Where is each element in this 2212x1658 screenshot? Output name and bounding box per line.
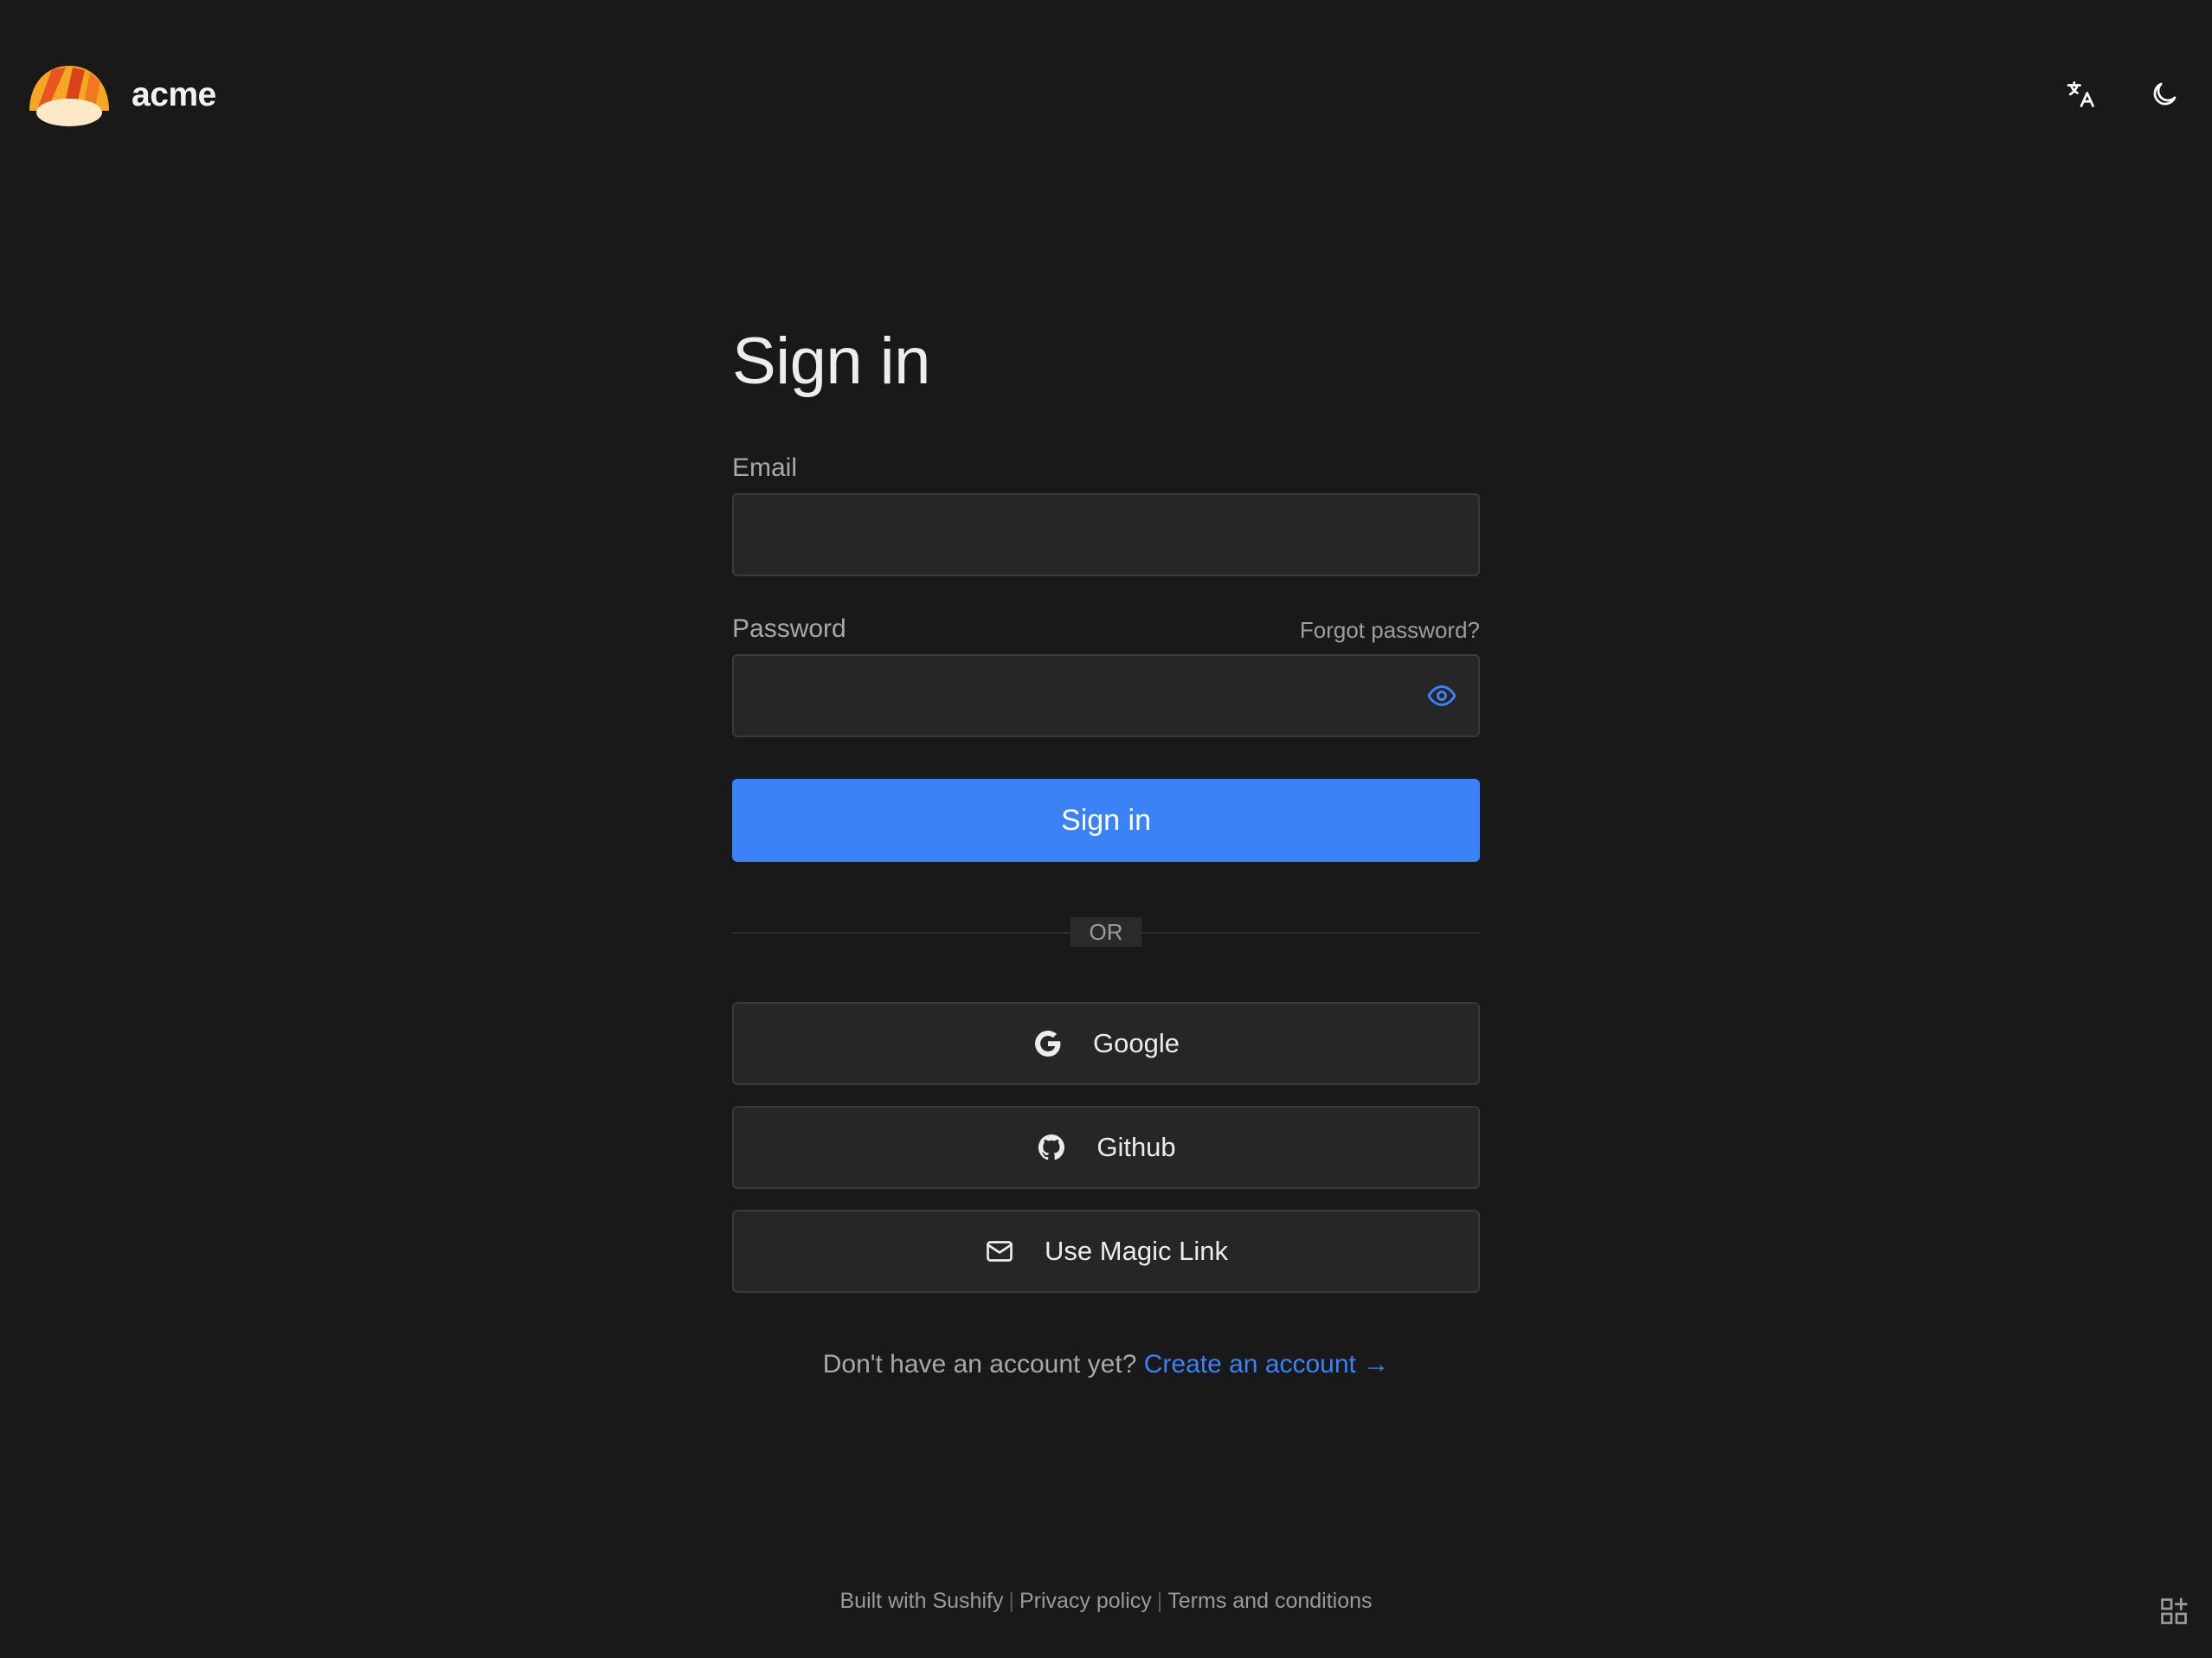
privacy-policy-link[interactable]: Privacy policy [1019, 1589, 1152, 1613]
create-account-link[interactable]: Create an account → [1144, 1350, 1390, 1378]
signup-prompt-text: Don't have an account yet? [822, 1350, 1137, 1378]
github-sign-in-button[interactable]: Github [732, 1106, 1480, 1189]
sign-in-button[interactable]: Sign in [732, 779, 1480, 862]
github-icon [1038, 1134, 1065, 1160]
terms-link[interactable]: Terms and conditions [1167, 1589, 1372, 1613]
brand-name: acme [132, 76, 216, 113]
built-with-link[interactable]: Built with Sushify [839, 1589, 1003, 1613]
email-field[interactable] [732, 493, 1480, 576]
magic-link-button[interactable]: Use Magic Link [732, 1210, 1480, 1293]
sign-in-form: Sign in Email Password Forgot password? … [732, 329, 1480, 1379]
or-divider: OR [732, 917, 1480, 947]
password-label-row: Password Forgot password? [732, 614, 1480, 644]
password-wrapper [732, 654, 1480, 737]
password-group: Password Forgot password? [732, 614, 1480, 737]
footer-separator: | [1156, 1589, 1163, 1613]
mail-icon [987, 1241, 1013, 1262]
forgot-password-link[interactable]: Forgot password? [1300, 617, 1480, 644]
theme-toggle-button[interactable] [2143, 73, 2186, 116]
password-field[interactable] [732, 654, 1480, 737]
widgets-icon[interactable] [2158, 1596, 2189, 1627]
google-label: Google [1093, 1028, 1180, 1058]
sushi-logo-icon [29, 66, 109, 126]
translate-icon [2067, 81, 2094, 107]
sign-in-page: acme Sign in Email Password Forgot passw… [0, 0, 2212, 1658]
google-icon [1035, 1031, 1061, 1057]
footer: Built with Sushify | Privacy policy | Terms … [0, 1589, 2212, 1614]
magic-link-label: Use Magic Link [1045, 1236, 1228, 1266]
header-actions [2060, 73, 2186, 116]
page-title: Sign in [732, 325, 930, 398]
google-sign-in-button[interactable]: Google [732, 1002, 1480, 1085]
signup-prompt: Don't have an account yet? Create an acc… [732, 1350, 1480, 1379]
footer-separator: | [1008, 1589, 1014, 1613]
brand[interactable]: acme [26, 62, 216, 128]
password-label: Password [732, 614, 846, 643]
eye-icon[interactable] [1426, 680, 1457, 711]
translate-button[interactable] [2060, 73, 2103, 116]
moon-icon [2153, 82, 2177, 106]
email-label: Email [732, 453, 798, 482]
provider-list: Google Github Use Magic Link [732, 1002, 1480, 1293]
email-group: Email [732, 453, 1480, 576]
divider-text: OR [1070, 917, 1142, 947]
github-label: Github [1096, 1132, 1176, 1162]
